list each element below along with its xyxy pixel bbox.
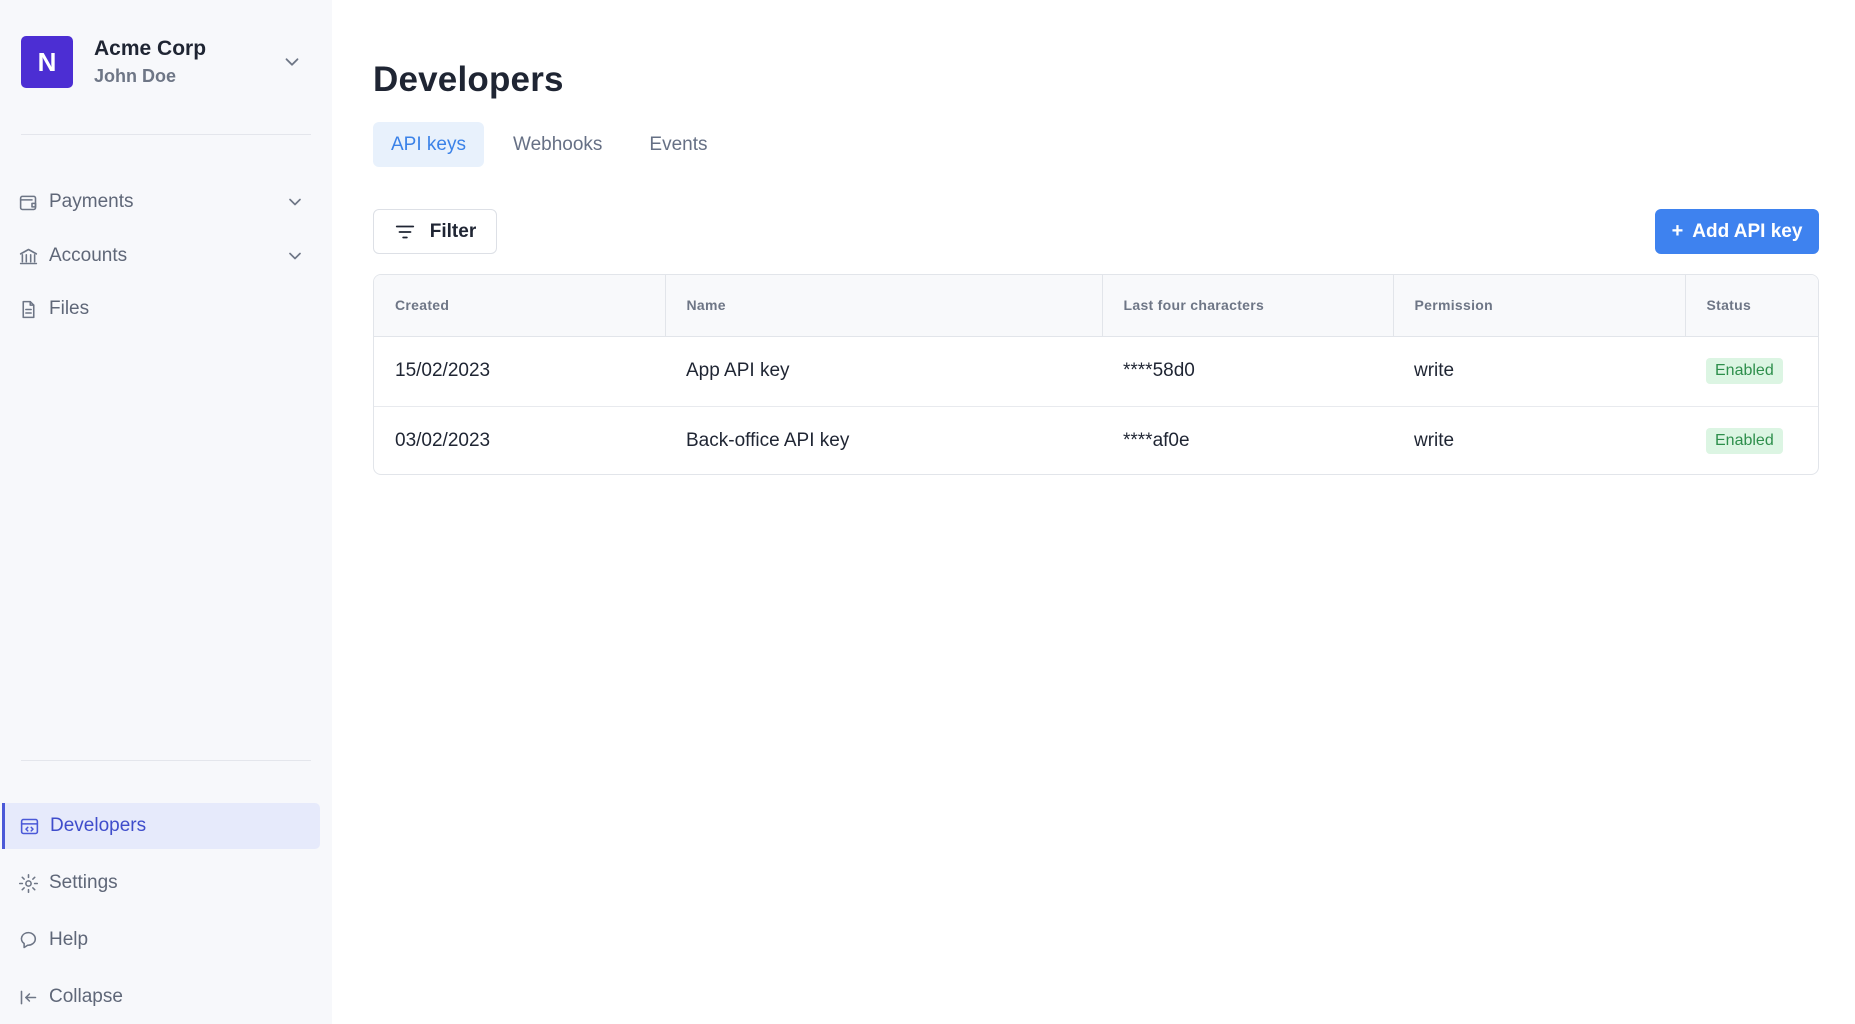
sidebar-item-label: Collapse [49, 986, 123, 1007]
status-badge: Enabled [1706, 428, 1783, 455]
sidebar-item-label: Accounts [49, 245, 128, 266]
chevron-down-icon [289, 252, 301, 260]
tab-events[interactable]: Events [631, 122, 725, 167]
sidebar-item-developers[interactable]: Developers [2, 803, 320, 849]
table-row[interactable]: 15/02/2023 App API key ****58d0 write En… [374, 336, 1818, 407]
column-header-status: Status [1685, 275, 1818, 337]
cell-last-four: ****58d0 [1102, 336, 1393, 407]
sidebar-item-collapse[interactable]: Collapse [0, 974, 332, 1020]
sidebar-item-settings[interactable]: Settings [0, 860, 332, 906]
cell-created: 15/02/2023 [374, 336, 665, 407]
table-header-row: Created Name Last four characters Permis… [374, 275, 1818, 337]
collapse-left-icon [20, 990, 37, 1004]
column-header-name: Name [665, 275, 1103, 337]
chevron-down-icon [285, 58, 299, 66]
filter-button[interactable]: Filter [373, 209, 497, 254]
table-row[interactable]: 03/02/2023 Back-office API key ****af0e … [374, 406, 1818, 474]
cell-status: Enabled [1685, 406, 1818, 474]
sidebar-item-payments[interactable]: Payments [0, 179, 332, 225]
cell-permission: write [1393, 336, 1685, 407]
sidebar-divider-top [21, 134, 311, 135]
org-user-name: John Doe [94, 66, 177, 86]
sidebar-item-label: Settings [49, 872, 118, 893]
cell-permission: write [1414, 430, 1455, 452]
api-keys-table: Created Name Last four characters Permis… [373, 274, 1819, 475]
cell-created: 03/02/2023 [395, 430, 491, 452]
cell-name: Back-office API key [686, 430, 850, 452]
wallet-icon [19, 195, 37, 210]
main-content: Developers API keys Webhooks Events Filt… [332, 0, 1855, 1024]
sidebar-divider-bottom [21, 760, 311, 761]
sidebar: N Acme Corp John Doe Payments Accounts F… [0, 0, 332, 1024]
sidebar-item-label: Payments [49, 191, 134, 212]
column-header-permission: Permission [1393, 275, 1686, 337]
plus-icon: + [1671, 220, 1684, 242]
cell-last-four: ****af0e [1123, 430, 1190, 452]
org-name: Acme Corp [94, 37, 207, 60]
sidebar-item-label: Files [49, 298, 90, 319]
filter-icon [395, 225, 414, 238]
column-header-created: Created [374, 275, 666, 337]
filter-label: Filter [429, 220, 477, 242]
chat-bubble-icon [20, 931, 37, 948]
column-header-last-four: Last four characters [1102, 275, 1394, 337]
page-title: Developers [373, 60, 564, 99]
code-window-icon [20, 818, 39, 834]
org-avatar: N [21, 36, 73, 88]
bank-icon [19, 248, 38, 264]
org-switcher[interactable]: N Acme Corp John Doe [21, 36, 311, 88]
chevron-down-icon [289, 198, 301, 206]
gear-icon [18, 873, 39, 893]
status-badge: Enabled [1706, 358, 1783, 384]
cell-status: Enabled [1685, 336, 1818, 407]
sidebar-item-files[interactable]: Files [0, 286, 332, 332]
cell-name: App API key [665, 336, 1102, 407]
sidebar-item-label: Developers [50, 815, 147, 836]
org-info: Acme Corp John Doe [94, 36, 281, 88]
sidebar-item-label: Help [49, 929, 89, 950]
file-icon [22, 300, 35, 318]
sidebar-item-accounts[interactable]: Accounts [0, 233, 332, 279]
tab-bar: API keys Webhooks Events [373, 122, 737, 167]
tab-webhooks[interactable]: Webhooks [495, 122, 620, 167]
tab-api-keys[interactable]: API keys [373, 122, 484, 167]
sidebar-item-help[interactable]: Help [0, 917, 332, 963]
add-api-key-button[interactable]: + Add API key [1655, 209, 1819, 254]
add-api-key-label: Add API key [1692, 220, 1803, 242]
